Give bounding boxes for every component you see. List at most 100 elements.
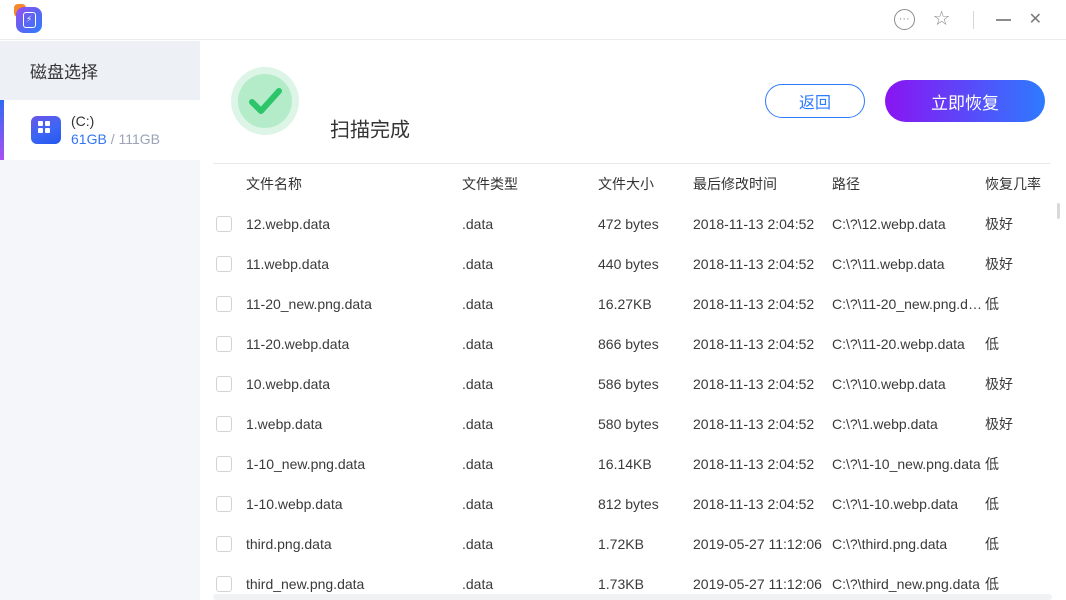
table-row[interactable]: 1.webp.data .data 580 bytes 2018-11-13 2… — [213, 404, 1050, 444]
selected-indicator-bar — [0, 100, 4, 160]
cell-file-size: 440 bytes — [598, 256, 659, 272]
cell-file-name: 11.webp.data — [246, 256, 330, 272]
cell-file-name: third.png.data — [246, 536, 332, 552]
cell-chance: 低 — [985, 336, 999, 352]
table-row[interactable]: 11-20_new.png.data .data 16.27KB 2018-11… — [213, 284, 1050, 324]
titlebar-controls: ··· ☆ ✕ — [893, 9, 1066, 30]
recover-now-button[interactable]: 立即恢复 — [885, 80, 1045, 122]
table-row[interactable]: third.png.data .data 1.72KB 2019-05-27 1… — [213, 524, 1050, 564]
cell-modified: 2018-11-13 2:04:52 — [693, 256, 815, 272]
disk-name: (C:) — [71, 113, 95, 129]
close-button[interactable]: ✕ — [1029, 11, 1042, 28]
cell-file-type: .data — [462, 576, 494, 592]
cell-file-name: 1-10_new.png.data — [246, 456, 366, 472]
cell-file-size: 866 bytes — [598, 336, 659, 352]
cell-file-size: 1.72KB — [598, 536, 644, 552]
table-row[interactable]: 12.webp.data .data 472 bytes 2018-11-13 … — [213, 204, 1050, 244]
sidebar: 磁盘选择 (C:) 61GB / 111GB — [0, 41, 200, 600]
cell-path: C:\?\11-20.webp.data — [832, 336, 965, 352]
scan-status-text: 扫描完成 — [330, 119, 410, 142]
scan-complete-check-icon — [231, 67, 299, 135]
cell-file-size: 812 bytes — [598, 496, 659, 512]
horizontal-scrollbar-track[interactable] — [213, 594, 1052, 600]
cell-file-name: 10.webp.data — [246, 376, 331, 392]
row-checkbox[interactable] — [216, 256, 232, 272]
disk-total: 111GB — [118, 131, 160, 147]
cell-file-size: 1.73KB — [598, 576, 644, 592]
col-header-file-name: 文件名称 — [246, 176, 302, 192]
table-row[interactable]: 11.webp.data .data 440 bytes 2018-11-13 … — [213, 244, 1050, 284]
cell-file-name: 11-20_new.png.data — [246, 296, 372, 312]
cell-file-size: 580 bytes — [598, 416, 659, 432]
app-logo-icon: ⚡ — [14, 3, 42, 33]
cell-path: C:\?\third_new.png.data — [832, 576, 980, 592]
sd-card-lightning-icon: ⚡ — [22, 11, 36, 28]
row-checkbox[interactable] — [216, 416, 232, 432]
cell-modified: 2019-05-27 11:12:06 — [693, 536, 822, 552]
cell-modified: 2018-11-13 2:04:52 — [693, 296, 815, 312]
cell-chance: 低 — [985, 296, 999, 312]
table-row[interactable]: 1-10.webp.data .data 812 bytes 2018-11-1… — [213, 484, 1050, 524]
titlebar: ⚡ ··· ☆ ✕ — [0, 0, 1066, 40]
disk-divider: / — [106, 131, 119, 147]
row-checkbox[interactable] — [216, 576, 232, 592]
sidebar-title: 磁盘选择 — [0, 41, 200, 100]
cell-chance: 极好 — [985, 416, 1013, 432]
cell-path: C:\?\1.webp.data — [832, 416, 938, 432]
cell-file-type: .data — [462, 456, 494, 472]
cell-modified: 2019-05-27 11:12:06 — [693, 576, 822, 592]
row-checkbox[interactable] — [216, 536, 232, 552]
cell-modified: 2018-11-13 2:04:52 — [693, 416, 815, 432]
sidebar-item-disk-c[interactable]: (C:) 61GB / 111GB — [0, 100, 200, 160]
cell-modified: 2018-11-13 2:04:52 — [693, 496, 815, 512]
cell-file-name: 1-10.webp.data — [246, 496, 343, 512]
vertical-scrollbar-thumb[interactable] — [1057, 203, 1060, 219]
cell-file-type: .data — [462, 296, 494, 312]
cell-file-name: 12.webp.data — [246, 216, 331, 232]
cell-path: C:\?\11-20_new.png.data — [832, 296, 982, 312]
back-button[interactable]: 返回 — [765, 84, 865, 118]
cell-modified: 2018-11-13 2:04:52 — [693, 376, 815, 392]
file-table: 文件名称 文件类型 文件大小 最后修改时间 路径 恢复几率 12.webp.da… — [213, 163, 1050, 600]
cell-file-size: 16.27KB — [598, 296, 652, 312]
col-header-file-size: 文件大小 — [598, 176, 654, 192]
col-header-chance: 恢复几率 — [985, 176, 1041, 192]
cell-path: C:\?\12.webp.data — [832, 216, 946, 232]
row-checkbox[interactable] — [216, 456, 232, 472]
cell-file-name: 1.webp.data — [246, 416, 323, 432]
row-checkbox[interactable] — [216, 216, 232, 232]
cell-file-name: 11-20.webp.data — [246, 336, 350, 352]
cell-chance: 低 — [985, 576, 999, 592]
table-row[interactable]: 10.webp.data .data 586 bytes 2018-11-13 … — [213, 364, 1050, 404]
disk-capacity: 61GB / 111GB — [71, 131, 160, 147]
row-checkbox[interactable] — [216, 496, 232, 512]
cell-modified: 2018-11-13 2:04:52 — [693, 456, 815, 472]
cell-path: C:\?\10.webp.data — [832, 376, 946, 392]
cell-modified: 2018-11-13 2:04:52 — [693, 216, 815, 232]
row-checkbox[interactable] — [216, 376, 232, 392]
minimize-button[interactable] — [995, 18, 1011, 21]
table-row[interactable]: 11-20.webp.data .data 866 bytes 2018-11-… — [213, 324, 1050, 364]
cell-path: C:\?\1-10_new.png.data — [832, 456, 981, 472]
cell-path: C:\?\1-10.webp.data — [832, 496, 959, 512]
cell-chance: 低 — [985, 496, 999, 512]
cell-file-type: .data — [462, 496, 494, 512]
row-checkbox[interactable] — [216, 336, 232, 352]
main-panel: 扫描完成 返回 立即恢复 文件名称 文件类型 文件大小 最后修改时间 路径 恢复… — [200, 40, 1066, 600]
col-header-path: 路径 — [832, 176, 860, 192]
cell-file-type: .data — [462, 256, 494, 272]
favorite-star-icon[interactable]: ☆ — [933, 9, 951, 29]
cell-chance: 低 — [985, 456, 999, 472]
cell-path: C:\?\11.webp.data — [832, 256, 945, 272]
cell-file-size: 472 bytes — [598, 216, 659, 232]
more-menu-icon[interactable]: ··· — [893, 9, 915, 30]
cell-chance: 极好 — [985, 256, 1013, 272]
table-row[interactable]: 1-10_new.png.data .data 16.14KB 2018-11-… — [213, 444, 1050, 484]
col-header-file-type: 文件类型 — [462, 176, 518, 192]
table-header-row: 文件名称 文件类型 文件大小 最后修改时间 路径 恢复几率 — [213, 164, 1050, 204]
cell-chance: 极好 — [985, 376, 1013, 392]
cell-file-type: .data — [462, 376, 494, 392]
cell-modified: 2018-11-13 2:04:52 — [693, 336, 815, 352]
disk-drive-icon — [31, 116, 61, 144]
row-checkbox[interactable] — [216, 296, 232, 312]
